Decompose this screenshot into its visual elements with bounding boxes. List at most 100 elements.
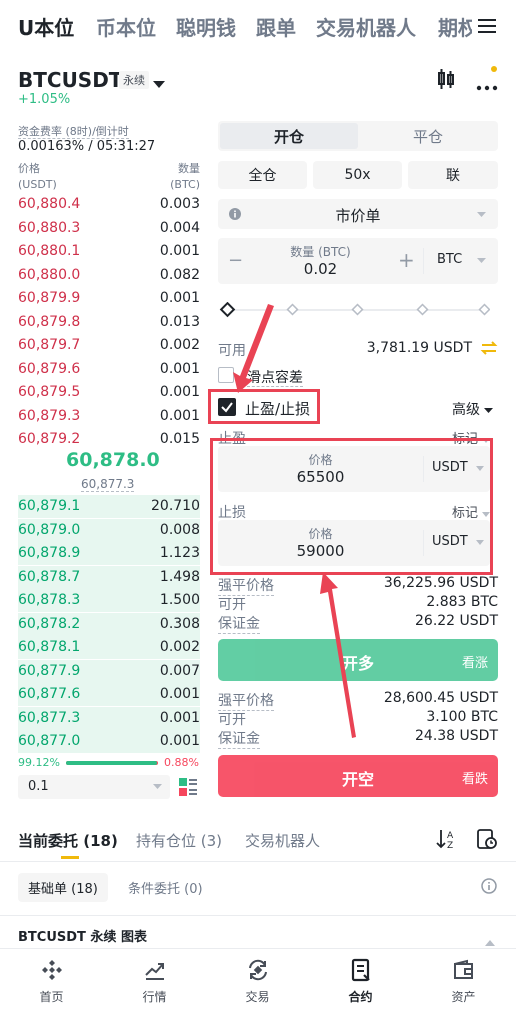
bid-qty: 1.500 bbox=[159, 592, 200, 608]
bid-row[interactable]: 60,877.9 0.007 bbox=[18, 659, 200, 683]
orderbook-layout-icon[interactable] bbox=[178, 777, 198, 801]
tab-trading-bots[interactable]: 交易机器人 bbox=[316, 12, 416, 41]
bid-row[interactable]: 60,878.1 0.002 bbox=[18, 636, 200, 659]
menu-icon[interactable] bbox=[478, 18, 496, 38]
home-icon bbox=[41, 960, 62, 980]
symbol-name[interactable]: BTCUSDT bbox=[18, 68, 122, 92]
tab-coinm[interactable]: 币本位 bbox=[96, 12, 156, 41]
ask-qty: 0.004 bbox=[159, 219, 200, 236]
active-tab-indicator bbox=[61, 856, 79, 859]
bid-price: 60,877.0 bbox=[18, 733, 81, 749]
bid-row[interactable]: 60,879.1 20.710 bbox=[18, 495, 200, 518]
divider bbox=[423, 248, 424, 274]
bid-price: 60,877.6 bbox=[18, 686, 81, 702]
open-close-switch: 开仓 平仓 bbox=[218, 121, 498, 151]
nav-markets[interactable]: 行情 bbox=[103, 958, 206, 1005]
ratio-bar bbox=[66, 761, 158, 765]
funding-value: 0.00163% / 05:31:27 bbox=[18, 139, 156, 154]
tab-positions[interactable]: 持有仓位 (3) bbox=[136, 830, 222, 851]
nav-home[interactable]: 首页 bbox=[0, 958, 103, 1005]
transfer-icon[interactable] bbox=[480, 340, 498, 360]
ask-price: 60,880.1 bbox=[18, 243, 81, 259]
ask-row[interactable]: 60,879.5 0.001 bbox=[18, 381, 200, 404]
tab-open[interactable]: 开仓 bbox=[220, 123, 358, 149]
quantity-slider[interactable] bbox=[218, 301, 491, 318]
short-liq-row: 强平价格 28,600.45 USDT bbox=[218, 690, 498, 711]
ask-row[interactable]: 60,879.2 0.015 bbox=[18, 428, 200, 451]
advanced-select[interactable]: 高级 bbox=[452, 399, 494, 419]
divider bbox=[0, 948, 516, 949]
bid-price: 60,878.2 bbox=[18, 615, 81, 632]
bid-row[interactable]: 60,878.3 1.500 bbox=[18, 589, 200, 612]
nav-trade[interactable]: 交易 bbox=[206, 958, 309, 1005]
ratio-bar-fill bbox=[66, 761, 158, 765]
mark-price[interactable]: 60,877.3 bbox=[81, 477, 135, 492]
short-open-row: 可开 3.100 BTC bbox=[218, 709, 498, 728]
slippage-checkbox[interactable] bbox=[218, 367, 234, 383]
decrease-button[interactable]: − bbox=[228, 250, 243, 271]
ask-qty: 0.001 bbox=[159, 384, 200, 400]
nav-assets[interactable]: 资产 bbox=[412, 958, 515, 1005]
bid-row[interactable]: 60,877.6 0.001 bbox=[18, 683, 200, 706]
slippage-label: 滑点容差 bbox=[247, 370, 303, 387]
bid-qty: 0.308 bbox=[159, 615, 200, 632]
sub-tab-basic[interactable]: 基础单 (18) bbox=[18, 873, 108, 902]
ask-row[interactable]: 60,880.3 0.004 bbox=[18, 217, 200, 240]
position-mode-button[interactable]: 联 bbox=[408, 161, 498, 189]
tab-smart-money[interactable]: 聪明钱 bbox=[176, 12, 236, 41]
open-short-button[interactable]: 开空 看跌 bbox=[218, 755, 498, 797]
leverage-button[interactable]: 50x bbox=[313, 161, 402, 189]
bid-price: 60,878.7 bbox=[18, 568, 81, 585]
order-type-chevron-icon bbox=[477, 212, 486, 217]
bid-row[interactable]: 60,878.7 1.498 bbox=[18, 565, 200, 589]
ask-qty: 0.001 bbox=[159, 360, 200, 377]
divider bbox=[0, 861, 516, 862]
long-hint: 看涨 bbox=[461, 656, 488, 671]
chart-row-label[interactable]: BTCUSDT 永续 图表 bbox=[18, 926, 147, 945]
svg-text:A: A bbox=[447, 831, 454, 841]
ask-row[interactable]: 60,879.9 0.001 bbox=[18, 287, 200, 310]
quantity-unit-select[interactable]: BTC bbox=[437, 252, 462, 267]
ask-qty: 0.001 bbox=[159, 243, 200, 259]
ask-price: 60,879.2 bbox=[18, 431, 81, 447]
ask-row[interactable]: 60,880.1 0.001 bbox=[18, 240, 200, 263]
bid-qty: 0.001 bbox=[159, 686, 200, 702]
symbol-dropdown-icon[interactable] bbox=[153, 74, 165, 93]
order-type-select[interactable]: 市价单 bbox=[218, 199, 498, 229]
long-margin-row: 保证金 26.22 USDT bbox=[218, 613, 498, 634]
increase-button[interactable]: + bbox=[398, 248, 415, 272]
sort-icon[interactable]: AZ bbox=[436, 828, 458, 854]
bid-row[interactable]: 60,879.0 0.008 bbox=[18, 518, 200, 542]
candlestick-chart-icon[interactable] bbox=[436, 68, 456, 94]
bid-row[interactable]: 60,878.9 1.123 bbox=[18, 542, 200, 565]
tab-options[interactable]: 期权 bbox=[438, 12, 472, 41]
ask-row[interactable]: 60,879.7 0.002 bbox=[18, 334, 200, 357]
margin-mode-button[interactable]: 全仓 bbox=[218, 161, 307, 189]
ask-price: 60,879.9 bbox=[18, 290, 81, 306]
ask-row[interactable]: 60,880.0 0.082 bbox=[18, 264, 200, 287]
tab-close[interactable]: 平仓 bbox=[360, 123, 496, 149]
ask-row[interactable]: 60,879.6 0.001 bbox=[18, 358, 200, 381]
open-long-button[interactable]: 开多 看涨 bbox=[218, 639, 498, 681]
long-open-row: 可开 2.883 BTC bbox=[218, 594, 498, 613]
ask-row[interactable]: 60,880.4 0.003 bbox=[18, 193, 200, 216]
order-history-icon[interactable] bbox=[476, 828, 498, 854]
sub-tab-conditional[interactable]: 条件委托 (0) bbox=[128, 878, 203, 897]
bid-qty: 1.123 bbox=[159, 545, 200, 561]
ask-row[interactable]: 60,879.8 0.013 bbox=[18, 311, 200, 334]
ask-row[interactable]: 60,879.3 0.001 bbox=[18, 405, 200, 428]
bid-row[interactable]: 60,878.2 0.308 bbox=[18, 612, 200, 636]
info-circle-icon[interactable] bbox=[481, 878, 497, 898]
bid-qty: 0.002 bbox=[159, 639, 200, 655]
more-icon[interactable] bbox=[476, 76, 498, 95]
bid-price: 60,878.1 bbox=[18, 639, 81, 655]
tab-open-orders[interactable]: 当前委托 (18) bbox=[18, 830, 118, 851]
depth-select[interactable]: 0.1 bbox=[18, 775, 170, 799]
quantity-input[interactable]: 0.02 bbox=[248, 260, 393, 278]
tab-usdm[interactable]: U本位 bbox=[18, 12, 74, 41]
bid-row[interactable]: 60,877.0 0.001 bbox=[18, 730, 200, 753]
tab-copy-trading[interactable]: 跟单 bbox=[256, 12, 296, 41]
bid-row[interactable]: 60,877.3 0.001 bbox=[18, 706, 200, 730]
tab-bots[interactable]: 交易机器人 bbox=[245, 830, 320, 851]
nav-futures[interactable]: 合约 bbox=[309, 958, 412, 1005]
